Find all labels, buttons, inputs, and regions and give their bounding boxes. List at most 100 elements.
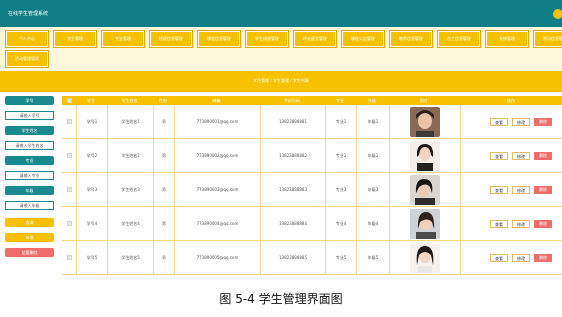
batch-delete-button[interactable]: 批量删除 — [5, 248, 54, 257]
row-checkbox[interactable] — [67, 187, 72, 192]
table-row: 学号1 学生姓名1 男 773890001@qq.com 13823888881… — [62, 105, 562, 139]
student-photo — [410, 209, 440, 239]
cell-gender: 男 — [153, 173, 174, 207]
student-photo — [410, 243, 440, 273]
delete-button[interactable]: 删除 — [534, 220, 552, 228]
header-photo: 照片 — [420, 98, 428, 103]
cell-student-id: 学号5 — [76, 241, 107, 275]
cell-student-id: 学号4 — [76, 207, 107, 241]
grade-label: 年级 — [5, 186, 54, 195]
edit-button[interactable]: 修改 — [512, 152, 530, 160]
cell-email: 773890001@qq.com — [174, 105, 260, 139]
cell-student-id: 学号3 — [76, 173, 107, 207]
cell-grade: 年级4 — [356, 207, 389, 241]
select-all-checkbox[interactable] — [67, 98, 72, 103]
cell-major: 专业5 — [325, 241, 356, 275]
view-button[interactable]: 查看 — [490, 118, 508, 126]
add-button[interactable]: 新增 — [5, 233, 54, 242]
edit-button[interactable]: 修改 — [512, 254, 530, 262]
cell-name: 学生姓名3 — [107, 173, 153, 207]
student-photo — [410, 141, 440, 171]
nav-item-comments[interactable]: 评论留言管理 — [293, 30, 337, 48]
row-checkbox[interactable] — [67, 255, 72, 260]
grade-input[interactable]: 请输入年级 — [5, 201, 54, 210]
edit-button[interactable]: 修改 — [512, 220, 530, 228]
student-photo — [410, 175, 440, 205]
nav-item-classes[interactable]: 班级信息管理 — [149, 30, 193, 48]
header-name: 学生姓名 — [121, 98, 138, 103]
cell-email: 773890002@qq.com — [174, 139, 260, 173]
cell-gender: 男 — [153, 139, 174, 173]
nav-item-activities[interactable]: 活动管理管理 — [5, 50, 49, 68]
breadcrumb-bar: 学生管理 / 学生管理 / 学生列表 — [0, 71, 562, 92]
main-nav: 个人中心 学生管理 专业管理 班级信息管理 课程信息管理 学生成绩管理 评论留言… — [0, 27, 562, 71]
cell-phone: 13823888885 — [260, 241, 325, 275]
search-sidebar: 学号 请输入学号 学生姓名 请输入学生姓名 专业 请输入专业 年级 请输入年级 … — [0, 92, 57, 285]
delete-button[interactable]: 删除 — [534, 186, 552, 194]
delete-button[interactable]: 删除 — [534, 254, 552, 262]
table-row: 学号5 学生姓名5 男 773890005@qq.com 13823888885… — [62, 241, 562, 275]
nav-item-teachers[interactable]: 教师信息管理 — [389, 30, 433, 48]
view-button[interactable]: 查看 — [490, 152, 508, 160]
cell-major: 专业2 — [325, 139, 356, 173]
cell-phone: 13823888884 — [260, 207, 325, 241]
cell-phone: 13823888882 — [260, 139, 325, 173]
cell-email: 773890005@qq.com — [174, 241, 260, 275]
cell-grade: 年级2 — [356, 139, 389, 173]
header-grade: 年级 — [368, 98, 376, 103]
cell-gender: 男 — [153, 207, 174, 241]
cell-email: 773890004@qq.com — [174, 207, 260, 241]
edit-button[interactable]: 修改 — [512, 186, 530, 194]
cell-major: 专业1 — [325, 105, 356, 139]
header-email: 邮箱 — [212, 98, 221, 103]
student-name-label: 学生姓名 — [5, 126, 54, 135]
major-label: 专业 — [5, 156, 54, 165]
header-student-id: 学号 — [87, 98, 95, 103]
header-phone: 手机号码 — [284, 98, 300, 103]
cell-gender: 男 — [153, 105, 174, 139]
major-input[interactable]: 请输入专业 — [5, 171, 54, 180]
row-checkbox[interactable] — [67, 221, 72, 226]
table-row: 学号4 学生姓名4 男 773890004@qq.com 13823888884… — [62, 207, 562, 241]
nav-item-news[interactable]: 资讯信息管理 — [533, 30, 562, 48]
cell-student-id: 学号2 — [76, 139, 107, 173]
cell-name: 学生姓名2 — [107, 139, 153, 173]
view-button[interactable]: 查看 — [490, 186, 508, 194]
cell-grade: 年级3 — [356, 173, 389, 207]
nav-item-scores[interactable]: 学生成绩管理 — [245, 30, 289, 48]
nav-item-system[interactable]: 系统管理 — [485, 30, 529, 48]
view-button[interactable]: 查看 — [490, 254, 508, 262]
delete-button[interactable]: 删除 — [534, 152, 552, 160]
query-button[interactable]: 查询 — [5, 218, 54, 227]
row-checkbox[interactable] — [67, 119, 72, 124]
cell-name: 学生姓名5 — [107, 241, 153, 275]
view-button[interactable]: 查看 — [490, 220, 508, 228]
cell-major: 专业3 — [325, 173, 356, 207]
student-id-input[interactable]: 请输入学号 — [5, 111, 54, 120]
nav-item-students[interactable]: 学生管理 — [53, 30, 97, 48]
nav-item-courses[interactable]: 课程信息管理 — [197, 30, 241, 48]
nav-item-announcements[interactable]: 课程公告管理 — [341, 30, 385, 48]
student-name-input[interactable]: 请输入学生姓名 — [5, 141, 54, 150]
delete-button[interactable]: 删除 — [534, 118, 552, 126]
row-checkbox[interactable] — [67, 153, 72, 158]
breadcrumb-current: 学生管理 / 学生列表 — [273, 78, 309, 83]
table-row: 学号3 学生姓名3 男 773890003@qq.com 13823888883… — [62, 173, 562, 207]
cell-grade: 年级1 — [356, 105, 389, 139]
nav-item-majors[interactable]: 专业管理 — [101, 30, 145, 48]
edit-button[interactable]: 修改 — [512, 118, 530, 126]
nav-item-staff[interactable]: 员工信息管理 — [437, 30, 481, 48]
header-major: 专业 — [336, 98, 344, 103]
student-id-label: 学号 — [5, 96, 54, 105]
nav-item-personal-center[interactable]: 个人中心 — [5, 30, 49, 48]
cell-name: 学生姓名1 — [107, 105, 153, 139]
breadcrumb-home[interactable]: 学生管理 — [253, 78, 269, 83]
app-title: 在线学生管理系统 — [8, 11, 49, 17]
cell-name: 学生姓名4 — [107, 207, 153, 241]
header-gender: 性别 — [159, 98, 167, 103]
cell-major: 专业4 — [325, 207, 356, 241]
app-window: 在线学生管理系统 个人中心 学生管理 专业管理 班级信息管理 课程信息管理 学生… — [0, 0, 562, 285]
user-avatar-icon[interactable] — [553, 9, 562, 19]
cell-email: 773890003@qq.com — [174, 173, 260, 207]
top-header-bar: 在线学生管理系统 — [0, 0, 562, 27]
